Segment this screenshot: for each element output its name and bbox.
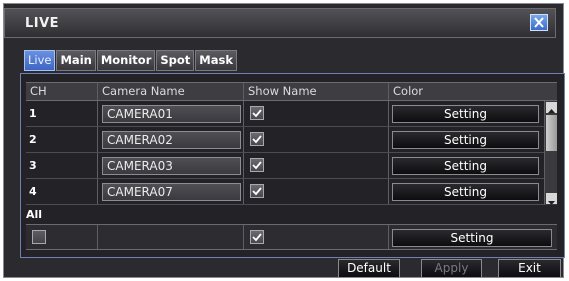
color-setting-button[interactable]: Setting xyxy=(392,131,539,149)
title-bar: LIVE xyxy=(4,8,556,38)
show-name-all-checkbox[interactable] xyxy=(250,230,264,244)
checkmark-icon xyxy=(252,187,262,196)
channel-number: 3 xyxy=(26,153,98,178)
exit-button[interactable]: Exit xyxy=(498,259,561,278)
tab-mask[interactable]: Mask xyxy=(195,50,237,71)
header-color: Color xyxy=(393,84,424,98)
channel-number: 2 xyxy=(26,127,98,152)
scroll-down-arrow[interactable] xyxy=(546,193,557,205)
tab-monitor[interactable]: Monitor xyxy=(96,50,156,71)
all-row: Setting xyxy=(26,224,557,250)
camera-name-field[interactable]: CAMERA01 xyxy=(102,105,241,123)
checkmark-icon xyxy=(252,109,262,118)
table-header: CH Camera Name Show Name Color xyxy=(26,82,557,101)
show-name-checkbox[interactable] xyxy=(250,106,264,120)
table-row: 3 CAMERA03 Setting xyxy=(26,153,544,179)
color-setting-button[interactable]: Setting xyxy=(392,183,539,201)
arrow-down-icon xyxy=(548,201,555,205)
window-title: LIVE xyxy=(25,16,60,31)
tab-main[interactable]: Main xyxy=(56,50,96,71)
select-all-checkbox[interactable] xyxy=(32,230,46,244)
apply-button[interactable]: Apply xyxy=(421,259,482,278)
tab-spot[interactable]: Spot xyxy=(156,50,195,71)
close-icon xyxy=(534,17,544,28)
default-button[interactable]: Default xyxy=(338,259,400,278)
scroll-thumb[interactable] xyxy=(546,115,557,151)
show-name-checkbox[interactable] xyxy=(250,158,264,172)
color-setting-all-button[interactable]: Setting xyxy=(392,229,552,247)
color-setting-button[interactable]: Setting xyxy=(392,105,539,123)
tab-bar: Live Main Monitor Spot Mask xyxy=(24,50,238,71)
close-button[interactable] xyxy=(530,14,548,31)
header-ch: CH xyxy=(26,83,98,100)
checkmark-icon xyxy=(252,161,262,170)
color-setting-button[interactable]: Setting xyxy=(392,157,539,175)
channel-number: 1 xyxy=(26,101,98,126)
camera-name-field[interactable]: CAMERA07 xyxy=(102,183,241,201)
table-row: 4 CAMERA07 Setting xyxy=(26,179,544,205)
table-row: 1 CAMERA01 Setting xyxy=(26,101,544,127)
camera-name-field[interactable]: CAMERA03 xyxy=(102,157,241,175)
show-name-checkbox[interactable] xyxy=(250,184,264,198)
table-row: 2 CAMERA02 Setting xyxy=(26,127,544,153)
all-label: All xyxy=(26,208,43,221)
camera-name-field[interactable]: CAMERA02 xyxy=(102,131,241,149)
scroll-up-arrow[interactable] xyxy=(546,102,557,113)
checkmark-icon xyxy=(252,135,262,144)
header-show-name: Show Name xyxy=(244,83,389,100)
checkmark-icon xyxy=(252,233,262,242)
table-scrollbar[interactable] xyxy=(544,101,557,205)
header-camera-name: Camera Name xyxy=(98,83,244,100)
tab-live[interactable]: Live xyxy=(24,50,56,71)
show-name-checkbox[interactable] xyxy=(250,132,264,146)
channel-number: 4 xyxy=(26,179,98,204)
